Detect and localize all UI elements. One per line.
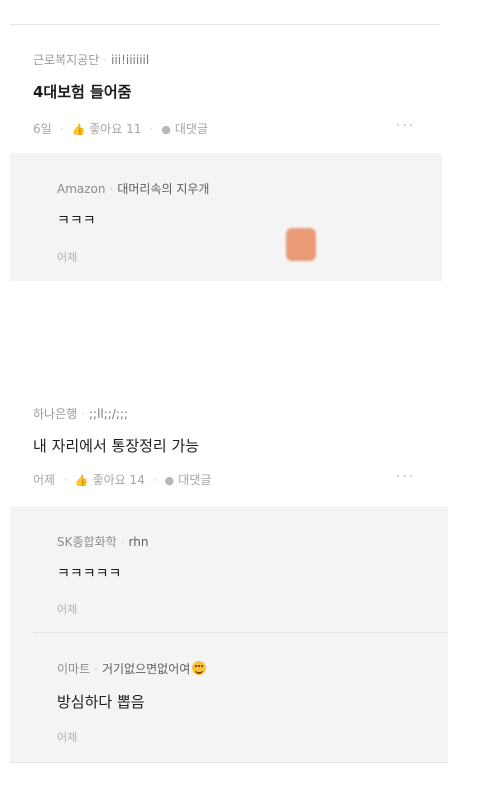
comment-2-stats: 어제 · 👍 좋아요 14 · ● 대댓글 xyxy=(33,471,212,488)
nickname: 대머리속의 지우개 xyxy=(117,182,210,196)
comment-bubble-icon: ● xyxy=(161,123,171,136)
reply-divider xyxy=(34,632,448,633)
comment-2-author[interactable]: 하나은행 · ;;ll;;/;;; xyxy=(33,405,128,422)
smiley-emoji-icon xyxy=(192,661,207,675)
company-name: 이마트 xyxy=(57,662,91,676)
reply-label: 대댓글 xyxy=(174,122,208,136)
timestamp: 어제 xyxy=(33,473,56,487)
nickname: ;;ll;;/;;; xyxy=(89,407,129,421)
comment-bubble-icon: ● xyxy=(164,474,175,487)
thumbs-up-icon: 👍 xyxy=(74,474,89,487)
like-button[interactable]: 👍 좋아요 14 xyxy=(75,471,145,488)
thumbs-up-icon: 👍 xyxy=(71,123,86,136)
more-options-button[interactable]: ··· xyxy=(396,469,415,485)
timestamp: 6일 xyxy=(33,122,52,136)
comment-1-stats: 6일 · 👍 좋아요 11 · ● 대댓글 xyxy=(33,120,208,137)
reply-button[interactable]: ● 대댓글 xyxy=(161,120,208,137)
reply-button[interactable]: ● 대댓글 xyxy=(165,471,212,488)
top-divider xyxy=(10,24,440,25)
comment-1-author[interactable]: 근로복지공단 · iii!iiiiiil xyxy=(33,51,149,68)
nickname: 거기없으면없어여 xyxy=(101,662,191,676)
company-name: 근로복지공단 xyxy=(33,53,100,67)
reply-author[interactable]: Amazon · 대머리속의 지우개 xyxy=(57,180,209,197)
reply-timestamp: 어제 xyxy=(57,731,78,744)
company-name: Amazon xyxy=(57,182,106,196)
like-count: 좋아요 11 xyxy=(89,122,142,136)
reply-text: ㅋㅋㅋ xyxy=(57,213,96,229)
comment-2-text: 내 자리에서 통장정리 가능 xyxy=(33,437,200,455)
reply-author[interactable]: SK종합화학 · rhn xyxy=(57,533,148,550)
like-button[interactable]: 👍 좋아요 11 xyxy=(72,120,142,137)
nickname: iii!iiiiiil xyxy=(111,53,150,67)
comment-1-text: 4대보험 들어줌 xyxy=(33,83,132,101)
reply-text: 방심하다 뽑음 xyxy=(57,693,145,711)
like-count: 좋아요 14 xyxy=(92,473,145,487)
reply-text: ㅋㅋㅋㅋㅋ xyxy=(57,566,122,582)
redaction-mark xyxy=(286,228,316,261)
company-name: SK종합화학 xyxy=(57,535,117,549)
more-options-button[interactable]: ··· xyxy=(396,118,415,134)
reply-author[interactable]: 이마트 · 거기없으면없어여 xyxy=(57,660,207,677)
nickname: rhn xyxy=(128,535,149,549)
bottom-divider xyxy=(10,762,448,763)
reply-timestamp: 어제 xyxy=(57,603,78,616)
reply-label: 대댓글 xyxy=(178,473,212,487)
company-name: 하나은행 xyxy=(33,407,78,421)
reply-timestamp: 어제 xyxy=(57,251,78,264)
